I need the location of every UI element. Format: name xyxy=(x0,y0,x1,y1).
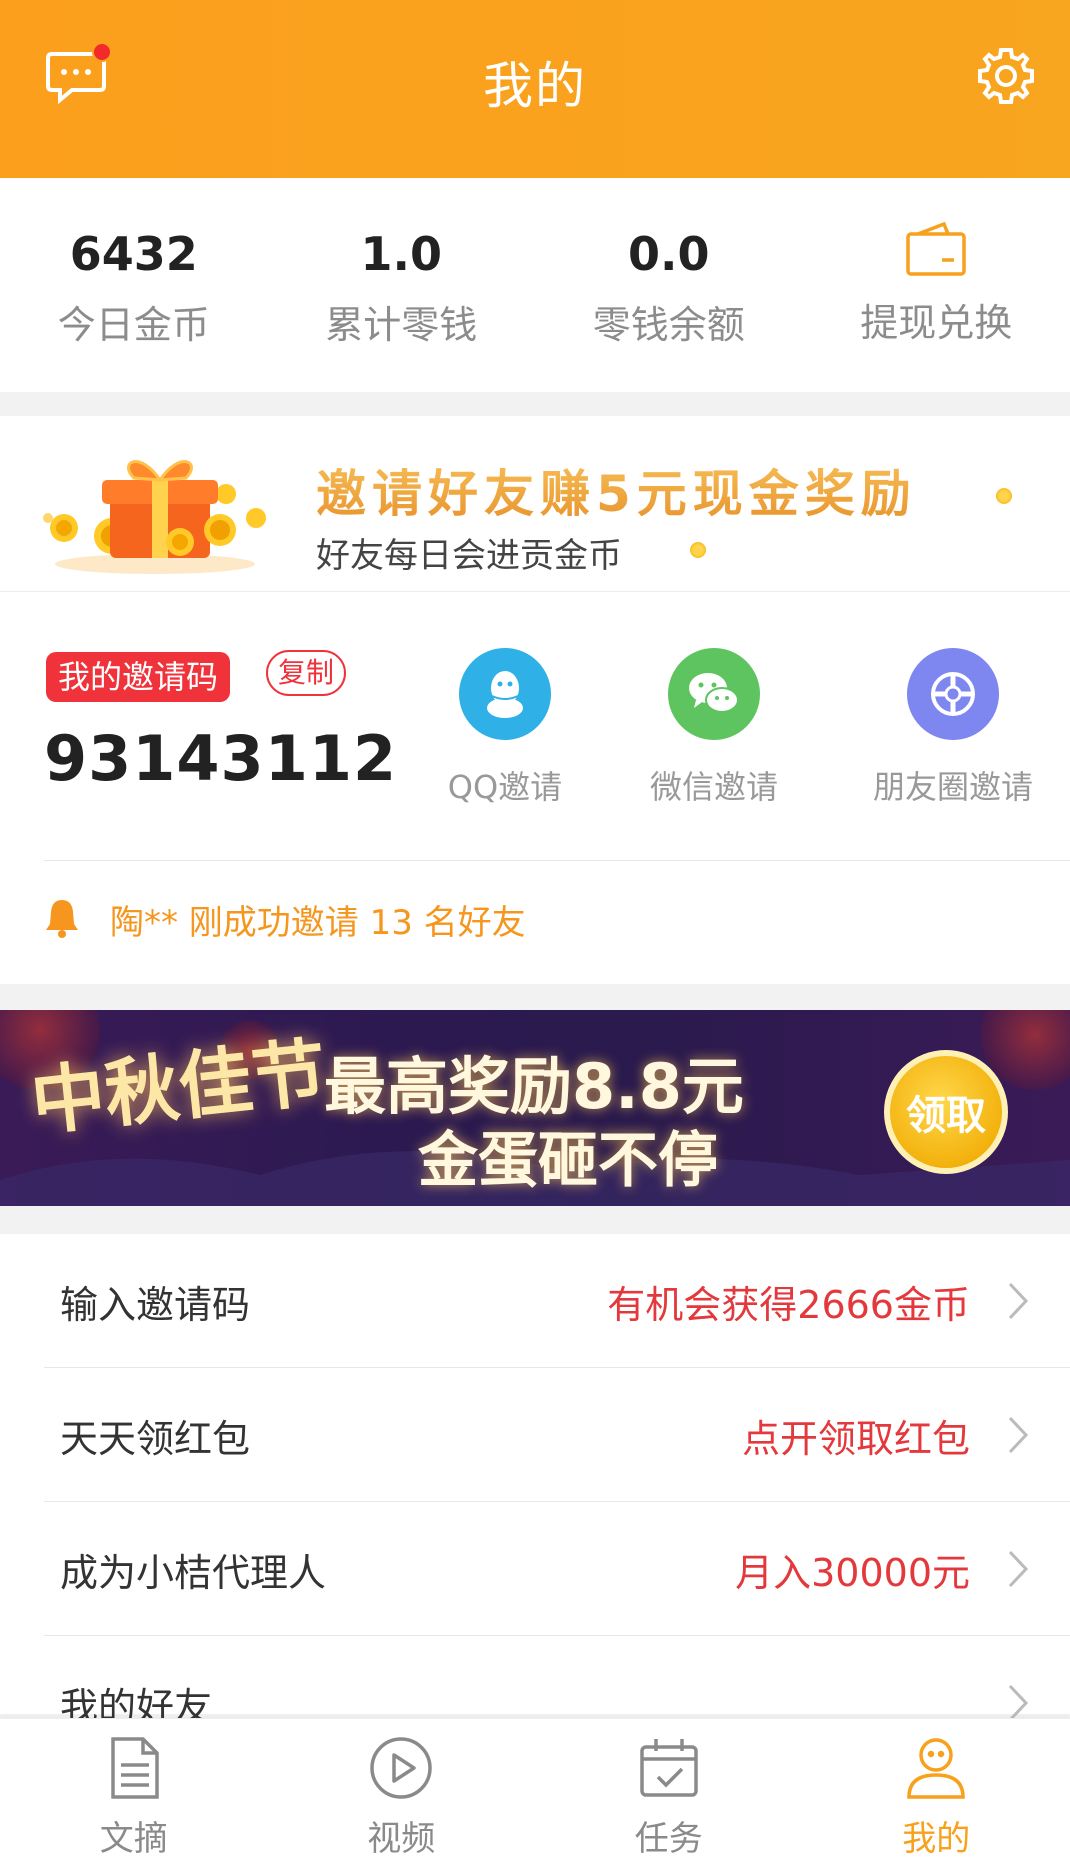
claim-button[interactable]: 领取 xyxy=(884,1050,1008,1174)
share-wechat-button[interactable]: 微信邀请 xyxy=(614,648,814,808)
coin-decoration xyxy=(996,488,1012,504)
share-label: 微信邀请 xyxy=(649,768,778,806)
menu-list: 输入邀请码 有机会获得2666金币 天天领红包 点开领取红包 成为小桔代理人 月… xyxy=(0,1234,1070,1729)
user-icon xyxy=(907,1738,966,1799)
calendar-check-icon xyxy=(640,1739,698,1797)
stats-bar: 6432 今日金币 1.0 累计零钱 0.0 零钱余额 提现兑换 xyxy=(0,178,1070,392)
chevron-right-icon xyxy=(1008,1416,1029,1454)
stat-label: 今日金币 xyxy=(57,303,210,347)
bottom-nav: 文摘 视频 任务 我的 xyxy=(0,1718,1070,1868)
chevron-right-icon xyxy=(1008,1550,1029,1588)
tab-tasks[interactable]: 任务 xyxy=(535,1719,803,1868)
stat-value: 0.0 xyxy=(628,227,710,281)
nav-label: 视频 xyxy=(367,1819,436,1859)
nav-label: 任务 xyxy=(634,1819,703,1859)
qq-icon xyxy=(459,648,551,740)
withdraw-button[interactable]: 提现兑换 xyxy=(803,178,1070,392)
stat-today-coins[interactable]: 6432 今日金币 xyxy=(0,178,268,392)
stat-label: 累计零钱 xyxy=(325,303,478,347)
moments-icon xyxy=(907,648,999,740)
header: 我的 xyxy=(0,0,1070,178)
invite-banner-subtitle: 好友每日会进贡金币 xyxy=(316,536,622,576)
copy-button[interactable]: 复制 xyxy=(266,650,347,696)
menu-label: 输入邀请码 xyxy=(60,1283,251,1327)
stat-total-change[interactable]: 1.0 累计零钱 xyxy=(268,178,536,392)
share-label: 朋友圈邀请 xyxy=(872,768,1033,806)
tab-video[interactable]: 视频 xyxy=(268,1719,536,1868)
menu-item-agent[interactable]: 成为小桔代理人 月入30000元 xyxy=(0,1502,1070,1636)
menu-item-invite-code[interactable]: 输入邀请码 有机会获得2666金币 xyxy=(0,1234,1070,1368)
stat-label: 零钱余额 xyxy=(592,303,745,347)
nav-label: 文摘 xyxy=(99,1819,168,1859)
coin-decoration xyxy=(690,542,706,558)
mid-autumn-banner[interactable]: 中秋佳节 最高奖励8.8元 金蛋砸不停 领取 xyxy=(0,1010,1070,1206)
invite-code-section: 我的邀请码 复制 93143112 QQ邀请 微信邀请 朋友圈邀请 陶** 刚成… xyxy=(0,592,1070,984)
wechat-icon xyxy=(668,648,760,740)
stat-label: 提现兑换 xyxy=(860,301,1013,345)
invite-friends-banner[interactable]: 邀请好友赚5元现金奖励 好友每日会进贡金币 xyxy=(0,416,1070,592)
wallet-icon xyxy=(906,221,966,276)
share-moments-button[interactable]: 朋友圈邀请 xyxy=(853,648,1053,808)
page-title: 我的 xyxy=(483,57,587,115)
gear-icon[interactable] xyxy=(974,44,1038,108)
share-label: QQ邀请 xyxy=(447,768,563,806)
divider xyxy=(44,860,1070,861)
bell-icon xyxy=(46,900,78,938)
invite-code-number: 93143112 xyxy=(44,722,398,795)
menu-item-red-packet[interactable]: 天天领红包 点开领取红包 xyxy=(0,1368,1070,1502)
document-icon xyxy=(111,1737,159,1799)
menu-value: 有机会获得2666金币 xyxy=(607,1283,970,1327)
stat-value: 1.0 xyxy=(360,227,443,281)
play-icon xyxy=(370,1737,432,1799)
tab-mine[interactable]: 我的 xyxy=(803,1719,1070,1868)
chevron-right-icon xyxy=(1008,1282,1029,1320)
menu-label: 天天领红包 xyxy=(60,1417,251,1461)
invite-code-tag: 我的邀请码 xyxy=(46,652,231,702)
menu-label: 成为小桔代理人 xyxy=(60,1551,327,1595)
invite-banner-title: 邀请好友赚5元现金奖励 xyxy=(316,454,917,526)
festival-line2: 金蛋砸不停 xyxy=(418,1126,718,1196)
share-qq-button[interactable]: QQ邀请 xyxy=(405,648,605,808)
stat-balance[interactable]: 0.0 零钱余额 xyxy=(535,178,803,392)
gift-icon xyxy=(43,460,266,574)
tab-digest[interactable]: 文摘 xyxy=(0,1719,268,1868)
stat-value: 6432 xyxy=(69,227,198,281)
invite-notice: 陶** 刚成功邀请 13 名好友 xyxy=(110,903,526,943)
menu-value: 点开领取红包 xyxy=(741,1417,970,1461)
menu-value: 月入30000元 xyxy=(735,1551,970,1595)
nav-label: 我的 xyxy=(902,1819,971,1859)
